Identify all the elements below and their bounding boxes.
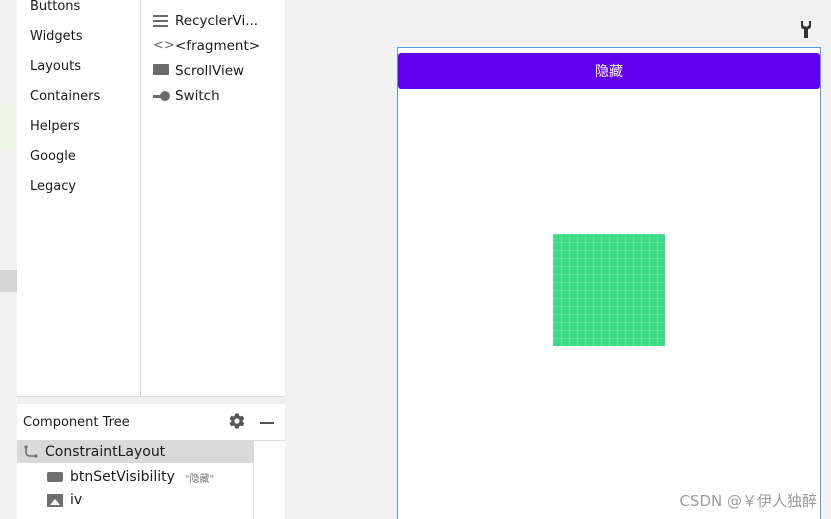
tree-item-btn-set-visibility[interactable]: btnSetVisibility "隐藏" (47, 466, 214, 488)
component-tree-panel: Component Tree ConstraintLayout btnSetVi… (17, 404, 286, 519)
palette-panel: Buttons Widgets Layouts Containers Helpe… (17, 0, 286, 396)
component-tree-title: Component Tree (23, 415, 130, 430)
category-layouts[interactable]: Layouts (30, 58, 81, 76)
tree-item-iv[interactable]: iv (47, 489, 82, 511)
left-edge-selection (0, 270, 17, 292)
left-edge-strip (0, 0, 17, 519)
tree-item-label: ConstraintLayout (45, 444, 166, 460)
left-edge-highlight (0, 104, 17, 150)
image-view-icon (47, 493, 63, 507)
widget-label: <fragment> (175, 38, 261, 54)
widget-label: RecyclerVi... (175, 13, 259, 29)
watermark: CSDN @￥伊人独醉 (679, 492, 817, 510)
switch-icon (153, 89, 171, 103)
device-preview: 隐藏 (397, 47, 821, 519)
category-widgets[interactable]: Widgets (30, 28, 83, 46)
palette-categories: Buttons Widgets Layouts Containers Helpe… (17, 0, 141, 396)
widget-fragment[interactable]: <> <fragment> (153, 37, 260, 55)
image-view-icon (153, 0, 171, 8)
category-legacy[interactable]: Legacy (30, 178, 76, 196)
wrench-icon[interactable] (799, 21, 813, 39)
design-canvas: 隐藏 CSDN @￥伊人独醉 (285, 0, 831, 519)
widget-recycler-view[interactable]: RecyclerVi... (153, 12, 258, 30)
category-containers[interactable]: Containers (30, 88, 100, 106)
widget-label: Switch (175, 88, 220, 104)
tree-item-label: iv (70, 492, 83, 508)
set-visibility-button[interactable]: 隐藏 (398, 53, 820, 89)
tree-divider (253, 441, 254, 519)
minimize-icon[interactable] (260, 422, 274, 424)
image-view-preview[interactable] (553, 234, 665, 346)
tree-item-label: btnSetVisibility (70, 469, 175, 485)
scroll-view-icon (153, 64, 171, 78)
category-google[interactable]: Google (30, 148, 76, 166)
gear-icon[interactable] (228, 412, 246, 430)
palette-widgets: RecyclerVi... <> <fragment> ScrollView S… (141, 0, 285, 396)
widget-switch[interactable]: Switch (153, 87, 220, 105)
widget-image-view-partial[interactable] (153, 0, 175, 10)
category-buttons[interactable]: Buttons (30, 0, 80, 16)
tree-item-constraint-layout[interactable]: ConstraintLayout (17, 441, 253, 463)
recycler-view-icon (153, 14, 171, 28)
widget-scroll-view[interactable]: ScrollView (153, 62, 244, 80)
fragment-icon: <> (153, 38, 175, 53)
component-tree-header: Component Tree (17, 404, 285, 441)
category-helpers[interactable]: Helpers (30, 118, 80, 136)
widget-label: ScrollView (175, 63, 245, 79)
button-icon (47, 472, 63, 482)
constraint-layout-icon (24, 445, 38, 458)
tree-item-attribute: "隐藏" (184, 473, 215, 485)
